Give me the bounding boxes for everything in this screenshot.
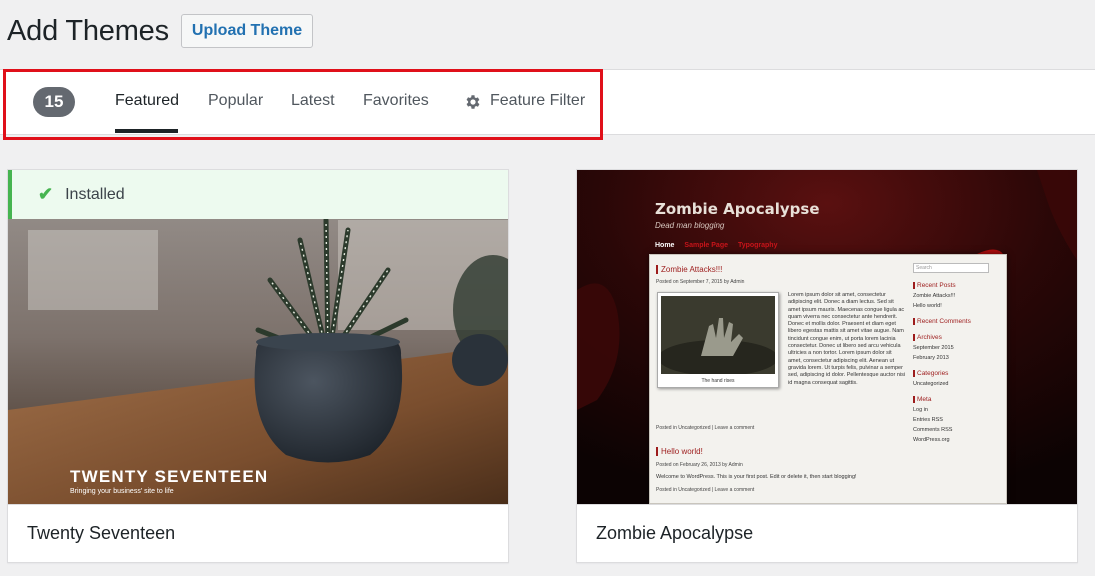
preview-site-title: Zombie Apocalypse bbox=[655, 200, 820, 218]
preview-site-tagline: Dead man blogging bbox=[655, 221, 725, 230]
preview-photo-caption: The hand rises bbox=[701, 378, 735, 384]
theme-screenshot[interactable]: TWENTY SEVENTEEN Bringing your business'… bbox=[8, 170, 508, 504]
theme-card-zombie-apocalypse[interactable]: Zombie Apocalypse Dead man blogging Home… bbox=[576, 169, 1078, 563]
preview-post-photo: The hand rises bbox=[657, 292, 779, 388]
active-tab-indicator bbox=[115, 129, 178, 133]
preview-post-body: Welcome to WordPress. This is your first… bbox=[656, 474, 857, 480]
preview-nav-item: Home bbox=[655, 242, 675, 249]
preview-sidebar-item: Comments RSS bbox=[913, 427, 953, 433]
preview-nav-item: Typography bbox=[737, 242, 778, 249]
tab-favorites[interactable]: Favorites bbox=[363, 92, 429, 110]
page-header: Add Themes Upload Theme bbox=[7, 14, 314, 48]
installed-notice: ✔ Installed bbox=[8, 170, 508, 219]
preview-site-tagline: Bringing your business' site to life bbox=[70, 488, 174, 495]
page-title: Add Themes bbox=[7, 14, 169, 47]
preview-sidebar-item: Entries RSS bbox=[913, 417, 943, 423]
preview-sidebar-item: September 2015 bbox=[913, 345, 954, 351]
preview-post-meta: Posted on September 7, 2015 by Admin bbox=[656, 279, 745, 285]
preview-nav: Home Sample Page Typography bbox=[655, 242, 785, 249]
tab-featured[interactable]: Featured bbox=[115, 92, 179, 110]
preview-sidebar-item: Zombie Attacks!!! bbox=[913, 293, 956, 299]
preview-content-area: Zombie Attacks!!! Posted on September 7,… bbox=[649, 254, 1007, 504]
twenty-seventeen-preview-image bbox=[8, 170, 508, 504]
theme-name-bar[interactable]: Zombie Apocalypse bbox=[577, 504, 1077, 562]
theme-name: Twenty Seventeen bbox=[27, 523, 176, 543]
theme-screenshot[interactable]: Zombie Apocalypse Dead man blogging Home… bbox=[577, 170, 1077, 504]
preview-nav-item: Sample Page bbox=[684, 242, 728, 249]
feature-filter-button[interactable]: Feature Filter bbox=[490, 92, 585, 110]
preview-sidebar-item: Hello world! bbox=[913, 303, 942, 309]
preview-post-footer: Posted in Uncategorized | Leave a commen… bbox=[656, 487, 755, 493]
theme-count-badge: 15 bbox=[33, 87, 75, 117]
checkmark-icon: ✔ bbox=[38, 184, 54, 204]
preview-sidebar-heading: Archives bbox=[913, 334, 1003, 341]
preview-sidebar-item: Uncategorized bbox=[913, 381, 949, 387]
tab-popular[interactable]: Popular bbox=[208, 92, 263, 110]
preview-search-box: Search bbox=[913, 263, 989, 273]
preview-post-title: Zombie Attacks!!! bbox=[656, 265, 722, 274]
preview-site-title: TWENTY SEVENTEEN bbox=[70, 467, 269, 486]
preview-sidebar-item: Log in bbox=[913, 407, 928, 413]
preview-sidebar-heading: Categories bbox=[913, 370, 1003, 377]
preview-post-meta: Posted on February 26, 2013 by Admin bbox=[656, 462, 743, 468]
preview-post-footer: Posted in Uncategorized | Leave a commen… bbox=[656, 425, 755, 431]
theme-name-bar[interactable]: Twenty Seventeen bbox=[8, 504, 508, 562]
preview-sidebar-heading: Recent Comments bbox=[913, 318, 1003, 325]
preview-sidebar-item: February 2013 bbox=[913, 355, 949, 361]
installed-label: Installed bbox=[65, 185, 125, 203]
theme-name: Zombie Apocalypse bbox=[596, 523, 754, 543]
preview-sidebar: Search Recent Posts Zombie Attacks!!! He… bbox=[913, 263, 1003, 443]
upload-theme-button[interactable]: Upload Theme bbox=[180, 14, 314, 48]
preview-sidebar-item: WordPress.org bbox=[913, 437, 950, 443]
theme-card-twenty-seventeen[interactable]: ✔ Installed TWENTY SEVENTEEN Bringing yo… bbox=[7, 169, 509, 563]
preview-post-body: Lorem ipsum dolor sit amet, consectetur … bbox=[788, 292, 906, 386]
tab-latest[interactable]: Latest bbox=[291, 92, 335, 110]
gear-icon[interactable] bbox=[464, 93, 482, 111]
preview-sidebar-heading: Recent Posts bbox=[913, 282, 1003, 289]
preview-sidebar-heading: Meta bbox=[913, 396, 1003, 403]
zombie-hand-image bbox=[661, 296, 775, 374]
preview-post-title: Hello world! bbox=[656, 447, 703, 456]
